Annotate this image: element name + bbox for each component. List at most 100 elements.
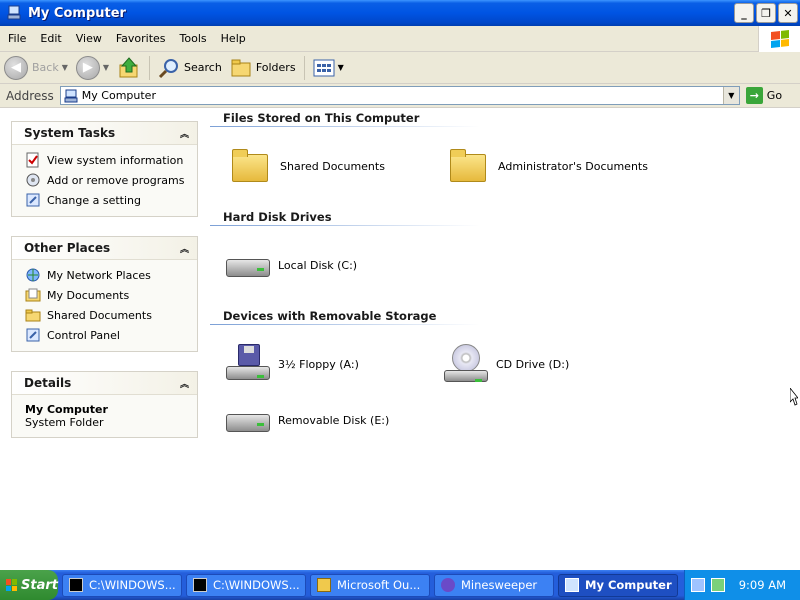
other-places-header[interactable]: Other Places ︽ — [12, 237, 197, 260]
cd-drive-icon — [444, 344, 488, 384]
floppy-a-item[interactable]: 3½ Floppy (A:) — [226, 344, 359, 384]
back-arrow-icon: ◀ — [4, 55, 28, 80]
section-title: Devices with Removable Storage — [223, 309, 437, 323]
address-dropdown-icon[interactable]: ▼ — [722, 87, 739, 104]
task-label: View system information — [47, 153, 184, 167]
taskbar-item-minesweeper[interactable]: Minesweeper — [434, 573, 554, 597]
system-tasks-header[interactable]: System Tasks ︽ — [12, 122, 197, 145]
search-button[interactable]: Search — [154, 54, 226, 82]
restore-button[interactable]: ❐ — [756, 3, 776, 23]
task-label: Change a setting — [47, 193, 141, 207]
menu-bar: File Edit View Favorites Tools Help — [0, 26, 800, 52]
collapse-icon[interactable]: ︽ — [180, 127, 189, 140]
content-pane: Files Stored on This Computer Shared Doc… — [210, 108, 800, 570]
other-places-panel: Other Places ︽ My Network Places My Docu… — [11, 236, 198, 352]
files-section-header: Files Stored on This Computer — [210, 111, 480, 127]
menu-file[interactable]: File — [0, 32, 33, 45]
change-setting-link[interactable]: Change a setting — [25, 190, 197, 210]
system-tasks-panel: System Tasks ︽ View system information A… — [11, 121, 198, 217]
outlook-icon — [317, 578, 331, 592]
removable-drive-icon — [226, 400, 270, 440]
minimize-button[interactable]: _ — [734, 3, 754, 23]
task-pane: System Tasks ︽ View system information A… — [0, 108, 210, 570]
control-panel-link[interactable]: Control Panel — [25, 325, 197, 345]
clock[interactable]: 9:09 AM — [739, 578, 786, 592]
folder-icon — [228, 146, 272, 186]
menu-favorites[interactable]: Favorites — [109, 32, 173, 45]
task-label: Add or remove programs — [47, 173, 185, 187]
forward-arrow-icon: ▶ — [75, 55, 100, 80]
task-label: C:\WINDOWS... — [89, 578, 176, 592]
up-folder-icon — [119, 56, 138, 77]
hdd-section-header: Hard Disk Drives — [210, 210, 480, 226]
address-bar: Address My Computer ▼ → Go — [0, 84, 800, 108]
address-label: Address — [6, 88, 54, 103]
removable-section-header: Devices with Removable Storage — [210, 309, 480, 325]
library-tray-icon[interactable] — [711, 578, 725, 592]
system-tray: 9:09 AM — [684, 570, 800, 600]
shared-documents-link[interactable]: Shared Documents — [25, 305, 197, 325]
local-disk-c-item[interactable]: Local Disk (C:) — [226, 245, 357, 285]
task-label: My Computer — [585, 578, 672, 592]
control-panel-icon — [25, 327, 41, 343]
start-button[interactable]: Start — [0, 570, 58, 600]
details-name: My Computer — [25, 403, 108, 416]
views-dropdown-icon[interactable]: ▼ — [338, 63, 344, 72]
my-documents-link[interactable]: My Documents — [25, 285, 197, 305]
details-type: System Folder — [25, 416, 104, 429]
forward-dropdown-icon[interactable]: ▼ — [103, 63, 109, 72]
menu-view[interactable]: View — [69, 32, 109, 45]
cd-drive-d-item[interactable]: CD Drive (D:) — [444, 344, 569, 384]
up-button[interactable] — [113, 54, 145, 82]
folders-button[interactable]: Folders — [226, 54, 300, 82]
shared-documents-item[interactable]: Shared Documents — [228, 146, 385, 186]
go-arrow-icon: → — [745, 87, 763, 104]
back-dropdown-icon[interactable]: ▼ — [62, 63, 68, 72]
taskbar-item-my-computer[interactable]: My Computer — [558, 573, 678, 597]
place-label: Control Panel — [47, 328, 120, 342]
system-tasks-title: System Tasks — [24, 126, 116, 140]
item-label: Administrator's Documents — [498, 159, 648, 173]
place-label: My Documents — [47, 288, 130, 302]
details-header[interactable]: Details ︽ — [12, 372, 197, 395]
collapse-icon[interactable]: ︽ — [180, 377, 189, 390]
place-label: My Network Places — [47, 268, 151, 282]
title-bar[interactable]: My Computer _ ❐ ✕ — [0, 0, 800, 26]
my-network-places-link[interactable]: My Network Places — [25, 265, 197, 285]
collapse-icon[interactable]: ︽ — [180, 242, 189, 255]
back-label: Back — [32, 61, 59, 74]
menu-edit[interactable]: Edit — [33, 32, 68, 45]
taskbar-item-cmd-2[interactable]: C:\WINDOWS... — [186, 573, 306, 597]
add-remove-programs-link[interactable]: Add or remove programs — [25, 170, 197, 190]
go-button[interactable]: → Go — [745, 87, 783, 104]
close-button[interactable]: ✕ — [778, 3, 798, 23]
back-button[interactable]: ◀ Back ▼ — [0, 54, 72, 82]
toolbar-separator — [303, 55, 305, 80]
item-label: 3½ Floppy (A:) — [278, 357, 359, 371]
place-label: Shared Documents — [47, 308, 152, 322]
view-system-information-link[interactable]: View system information — [25, 150, 197, 170]
toolbar-separator — [149, 55, 151, 80]
network-tray-icon[interactable] — [691, 578, 705, 592]
forward-button[interactable]: ▶ ▼ — [72, 54, 113, 82]
go-label: Go — [766, 89, 783, 102]
folder-icon — [446, 146, 490, 186]
network-globe-icon — [25, 267, 41, 283]
my-computer-icon — [6, 5, 22, 21]
window-title: My Computer — [28, 5, 126, 21]
administrators-documents-item[interactable]: Administrator's Documents — [446, 146, 648, 186]
section-divider — [210, 126, 480, 127]
taskbar-item-outlook[interactable]: Microsoft Ou... — [310, 573, 430, 597]
other-places-title: Other Places — [24, 241, 111, 255]
add-remove-programs-icon — [25, 172, 41, 188]
taskbar-item-cmd-1[interactable]: C:\WINDOWS... — [62, 573, 182, 597]
hard-drive-icon — [226, 245, 270, 285]
floppy-drive-icon — [226, 344, 270, 384]
views-button[interactable]: ▼ — [309, 54, 348, 82]
menu-tools[interactable]: Tools — [173, 32, 214, 45]
menu-help[interactable]: Help — [214, 32, 253, 45]
address-input[interactable]: My Computer ▼ — [59, 86, 740, 105]
section-divider — [210, 324, 480, 325]
removable-disk-e-item[interactable]: Removable Disk (E:) — [226, 400, 389, 440]
task-label: Microsoft Ou... — [337, 578, 421, 592]
